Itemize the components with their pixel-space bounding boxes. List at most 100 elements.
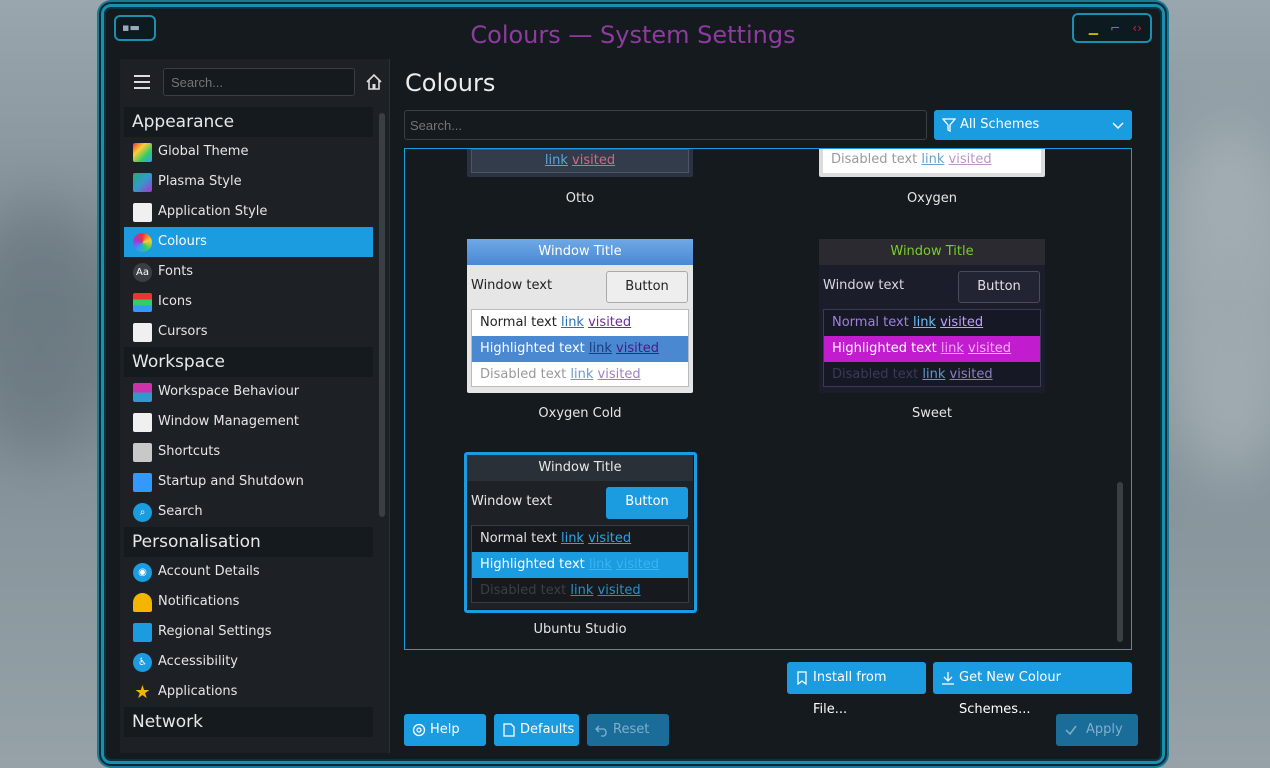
preview-highlighted-row: Highlighted text link visited — [472, 336, 688, 362]
sidebar: Appearance Global Theme Plasma Style Applic… — [120, 59, 390, 753]
sidebar-item-label: Cursors — [158, 324, 208, 339]
sidebar-item-label: Window Management — [158, 414, 300, 429]
sidebar-item-accessibility[interactable]: ♿ Accessibility — [124, 647, 373, 677]
install-from-file-button[interactable]: Install from File... — [787, 662, 926, 717]
sidebar-item-label: Icons — [158, 294, 192, 309]
defaults-button[interactable]: Defaults — [494, 714, 579, 746]
apply-label: Apply — [1086, 722, 1123, 737]
sidebar-scrollbar[interactable] — [379, 113, 385, 517]
sidebar-item-icons[interactable]: Icons — [124, 287, 373, 317]
grid-scrollbar[interactable] — [1117, 482, 1123, 642]
scheme-name-ubuntu-studio: Ubuntu Studio — [533, 622, 627, 637]
sidebar-item-search[interactable]: ⌕ Search — [124, 497, 373, 527]
visited-sample: visited — [616, 341, 660, 356]
normal-text-sample: Normal text — [480, 531, 557, 546]
titlebar[interactable]: ▪▬ Colours — System Settings ▁ ⌐ ‹› — [104, 7, 1162, 59]
preview-window-text: Window text — [471, 494, 553, 509]
preview-disabled-row: Disabled text link visited — [472, 578, 688, 604]
icons-icon — [133, 293, 152, 312]
sidebar-item-label: Search — [158, 504, 203, 519]
sidebar-item-notifications[interactable]: Notifications — [124, 587, 373, 617]
get-new-colour-schemes-button[interactable]: Get New Colour Schemes... — [933, 662, 1132, 717]
disabled-text-sample: Disabled text — [832, 367, 919, 382]
settings-window: ▪▬ Colours — System Settings ▁ ⌐ ‹› Appe… — [101, 4, 1165, 764]
preview-button: Button — [606, 271, 688, 303]
sidebar-search-input[interactable] — [163, 68, 355, 96]
window-title: Colours — System Settings — [470, 21, 796, 49]
scheme-preview-otto[interactable]: link visited — [467, 149, 693, 177]
normal-text-sample: Normal text — [480, 315, 557, 330]
sidebar-category-personalisation: Personalisation — [124, 527, 373, 557]
sidebar-item-label: Global Theme — [158, 144, 249, 159]
scheme-filter-dropdown[interactable]: All Schemes — [934, 110, 1132, 140]
visited-sample: visited — [949, 367, 993, 382]
global-theme-icon — [133, 143, 152, 162]
sidebar-item-workspace-behaviour[interactable]: Workspace Behaviour — [124, 377, 373, 407]
help-button[interactable]: Help — [404, 714, 486, 746]
apply-button[interactable]: Apply — [1056, 714, 1138, 746]
sidebar-item-label: Applications — [158, 684, 238, 699]
sidebar-item-plasma-style[interactable]: Plasma Style — [124, 167, 373, 197]
visited-sample: visited — [597, 367, 641, 382]
preview-normal-row: Normal text link visited — [472, 526, 688, 552]
highlighted-text-sample: Highlighted text — [480, 341, 585, 356]
preview-normal-row: Normal text link visited — [824, 310, 1040, 336]
hamburger-menu-icon[interactable] — [134, 75, 150, 89]
colours-icon — [133, 233, 152, 252]
page-title: Colours — [405, 69, 496, 97]
cursors-icon — [133, 323, 152, 342]
scheme-preview-sweet[interactable]: Window Title Window text Button Normal t… — [819, 239, 1045, 393]
scheme-search-input[interactable] — [404, 110, 927, 140]
chevron-down-icon — [1112, 122, 1124, 130]
scheme-preview-ubuntu-studio[interactable]: Window Title Window text Button Normal t… — [467, 455, 693, 609]
workspace-behaviour-icon — [133, 383, 152, 402]
sidebar-item-cursors[interactable]: Cursors — [124, 317, 373, 347]
link-sample: link — [588, 557, 612, 572]
visited-sample: visited — [588, 531, 632, 546]
sidebar-item-startup-and-shutdown[interactable]: Startup and Shutdown — [124, 467, 373, 497]
filter-icon — [942, 118, 956, 132]
undo-icon — [595, 725, 607, 737]
sidebar-item-applications[interactable]: ★ Applications — [124, 677, 373, 707]
preview-window-title: Window Title — [819, 239, 1045, 265]
sidebar-item-label: Accessibility — [158, 654, 238, 669]
scheme-preview-oxygen[interactable]: Disabled text link visited — [819, 149, 1045, 177]
sidebar-category-workspace: Workspace — [124, 347, 373, 377]
regional-icon — [133, 623, 152, 642]
preview-disabled-row: Disabled text link visited — [472, 362, 688, 388]
scheme-name-otto: Otto — [565, 191, 595, 206]
sidebar-item-label: Fonts — [158, 264, 194, 279]
sidebar-item-colours[interactable]: Colours — [124, 227, 373, 257]
sidebar-item-label: Startup and Shutdown — [158, 474, 304, 489]
link-sample: link — [560, 531, 584, 546]
check-icon — [1065, 725, 1077, 736]
link-sample: link — [570, 583, 594, 598]
scheme-preview-oxygen-cold[interactable]: Window Title Window text Button Normal t… — [467, 239, 693, 393]
account-icon: ◉ — [133, 563, 152, 582]
link-sample: link — [912, 315, 936, 330]
home-icon[interactable] — [365, 73, 383, 91]
sidebar-item-global-theme[interactable]: Global Theme — [124, 137, 373, 167]
sidebar-item-window-management[interactable]: Window Management — [124, 407, 373, 437]
sidebar-item-shortcuts[interactable]: Shortcuts — [124, 437, 373, 467]
minimize-button[interactable]: ▁ — [1089, 21, 1098, 35]
preview-highlighted-row: Highlighted text link visited — [472, 552, 688, 578]
preview-window-title: Window Title — [467, 239, 693, 265]
sidebar-item-account-details[interactable]: ◉ Account Details — [124, 557, 373, 587]
sidebar-item-fonts[interactable]: Aa Fonts — [124, 257, 373, 287]
close-button[interactable]: ‹› — [1132, 21, 1142, 35]
reset-button[interactable]: Reset — [587, 714, 669, 746]
sidebar-item-regional-settings[interactable]: Regional Settings — [124, 617, 373, 647]
search-icon: ⌕ — [133, 503, 152, 522]
maximize-button[interactable]: ⌐ — [1110, 21, 1120, 35]
sidebar-item-application-style[interactable]: Application Style — [124, 197, 373, 227]
preview-highlighted-row: Highlighted text link visited — [824, 336, 1040, 362]
visited-sample: visited — [572, 153, 616, 168]
sidebar-item-label: Plasma Style — [158, 174, 242, 189]
preview-button: Button — [958, 271, 1040, 303]
disabled-text-sample: Disabled text — [480, 583, 567, 598]
visited-sample: visited — [616, 557, 660, 572]
visited-sample: visited — [968, 341, 1012, 356]
install-icon — [797, 671, 807, 685]
link-sample: link — [940, 341, 964, 356]
